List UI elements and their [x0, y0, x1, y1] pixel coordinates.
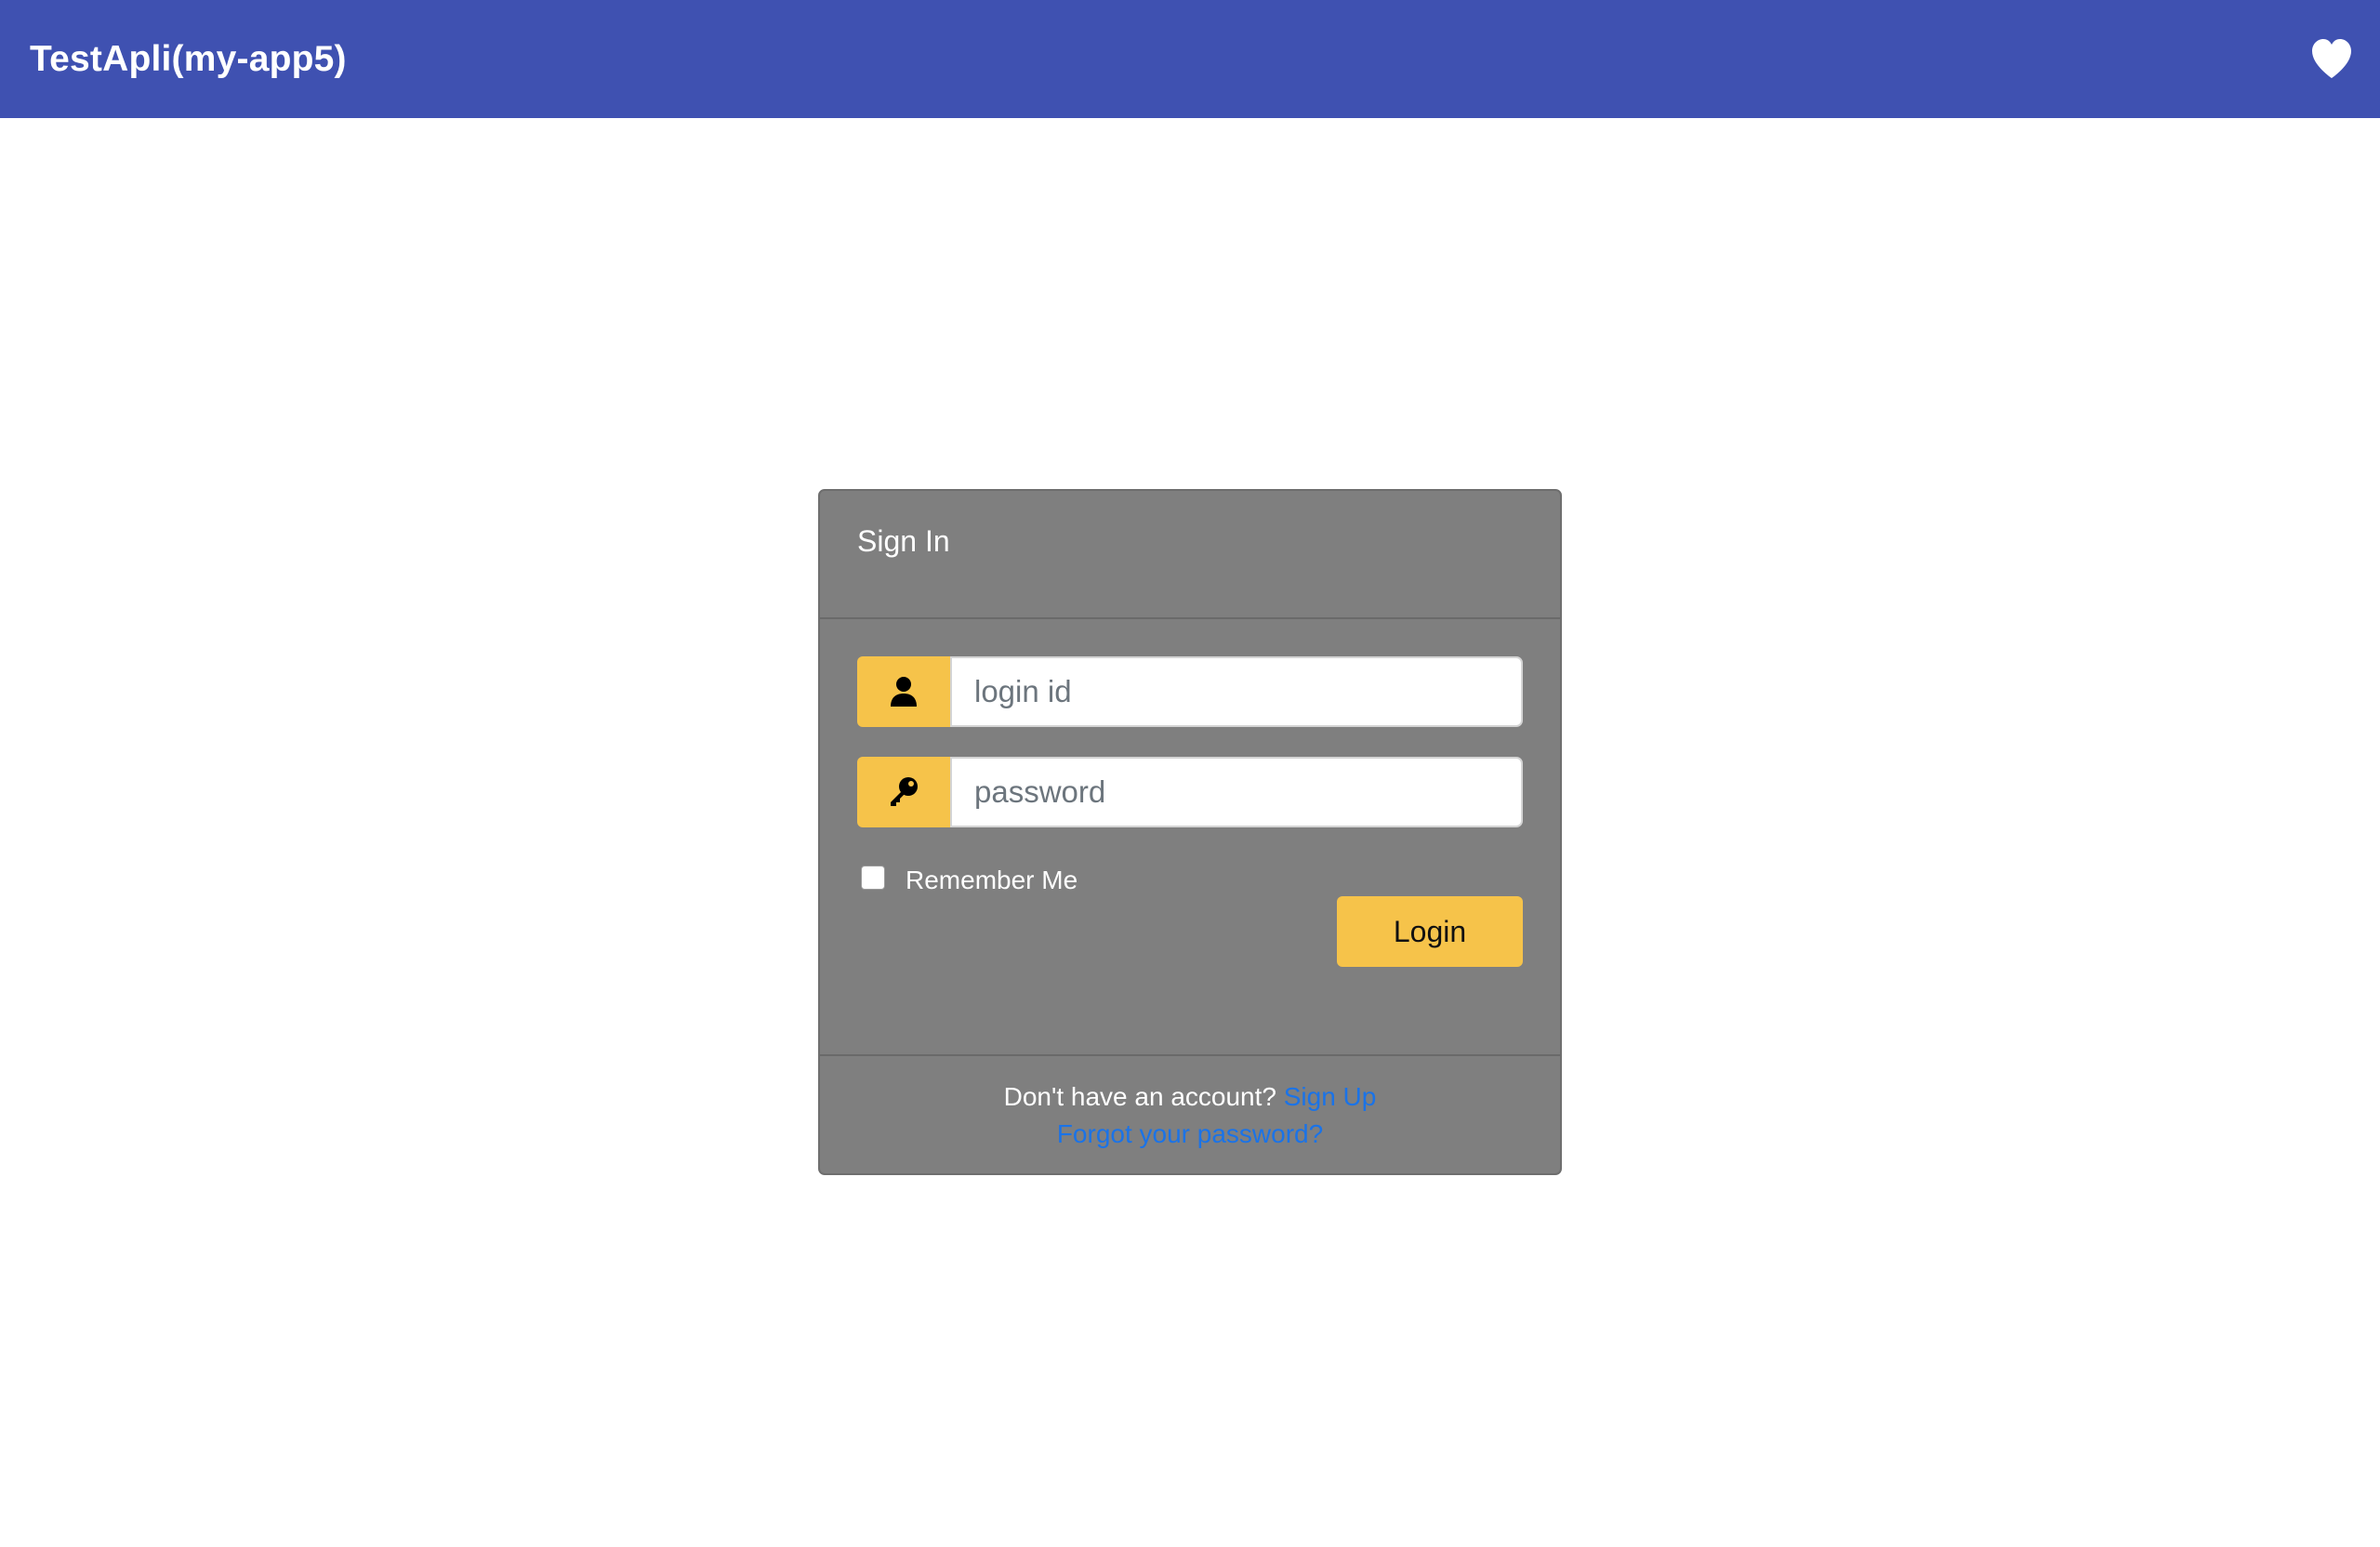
forgot-password-row: Forgot your password? [820, 1116, 1560, 1153]
no-account-text: Don't have an account? [1003, 1082, 1284, 1111]
signup-link[interactable]: Sign Up [1284, 1082, 1377, 1111]
remember-me-label[interactable]: Remember Me [906, 866, 1078, 895]
key-icon [857, 757, 950, 827]
login-button[interactable]: Login [1337, 896, 1523, 967]
login-id-input[interactable] [950, 656, 1523, 727]
remember-me-row: Remember Me [861, 859, 1078, 896]
login-id-group [857, 656, 1523, 727]
forgot-password-link[interactable]: Forgot your password? [1057, 1119, 1323, 1148]
heart-icon [2312, 39, 2351, 78]
password-group [857, 757, 1523, 827]
signup-prompt: Don't have an account? Sign Up [820, 1078, 1560, 1116]
card-footer: Don't have an account? Sign Up Forgot yo… [820, 1054, 1560, 1173]
user-icon [857, 656, 950, 727]
app-title: TestApli(my-app5) [30, 39, 347, 79]
card-title: Sign In [857, 524, 950, 558]
password-input[interactable] [950, 757, 1523, 827]
card-header: Sign In [820, 491, 1560, 619]
app-bar: TestApli(my-app5) [0, 0, 2380, 118]
signin-card: Sign In Remember Me Login Don't have an … [818, 489, 1562, 1175]
remember-me-checkbox[interactable] [861, 866, 885, 890]
favorite-button[interactable] [2309, 37, 2354, 80]
